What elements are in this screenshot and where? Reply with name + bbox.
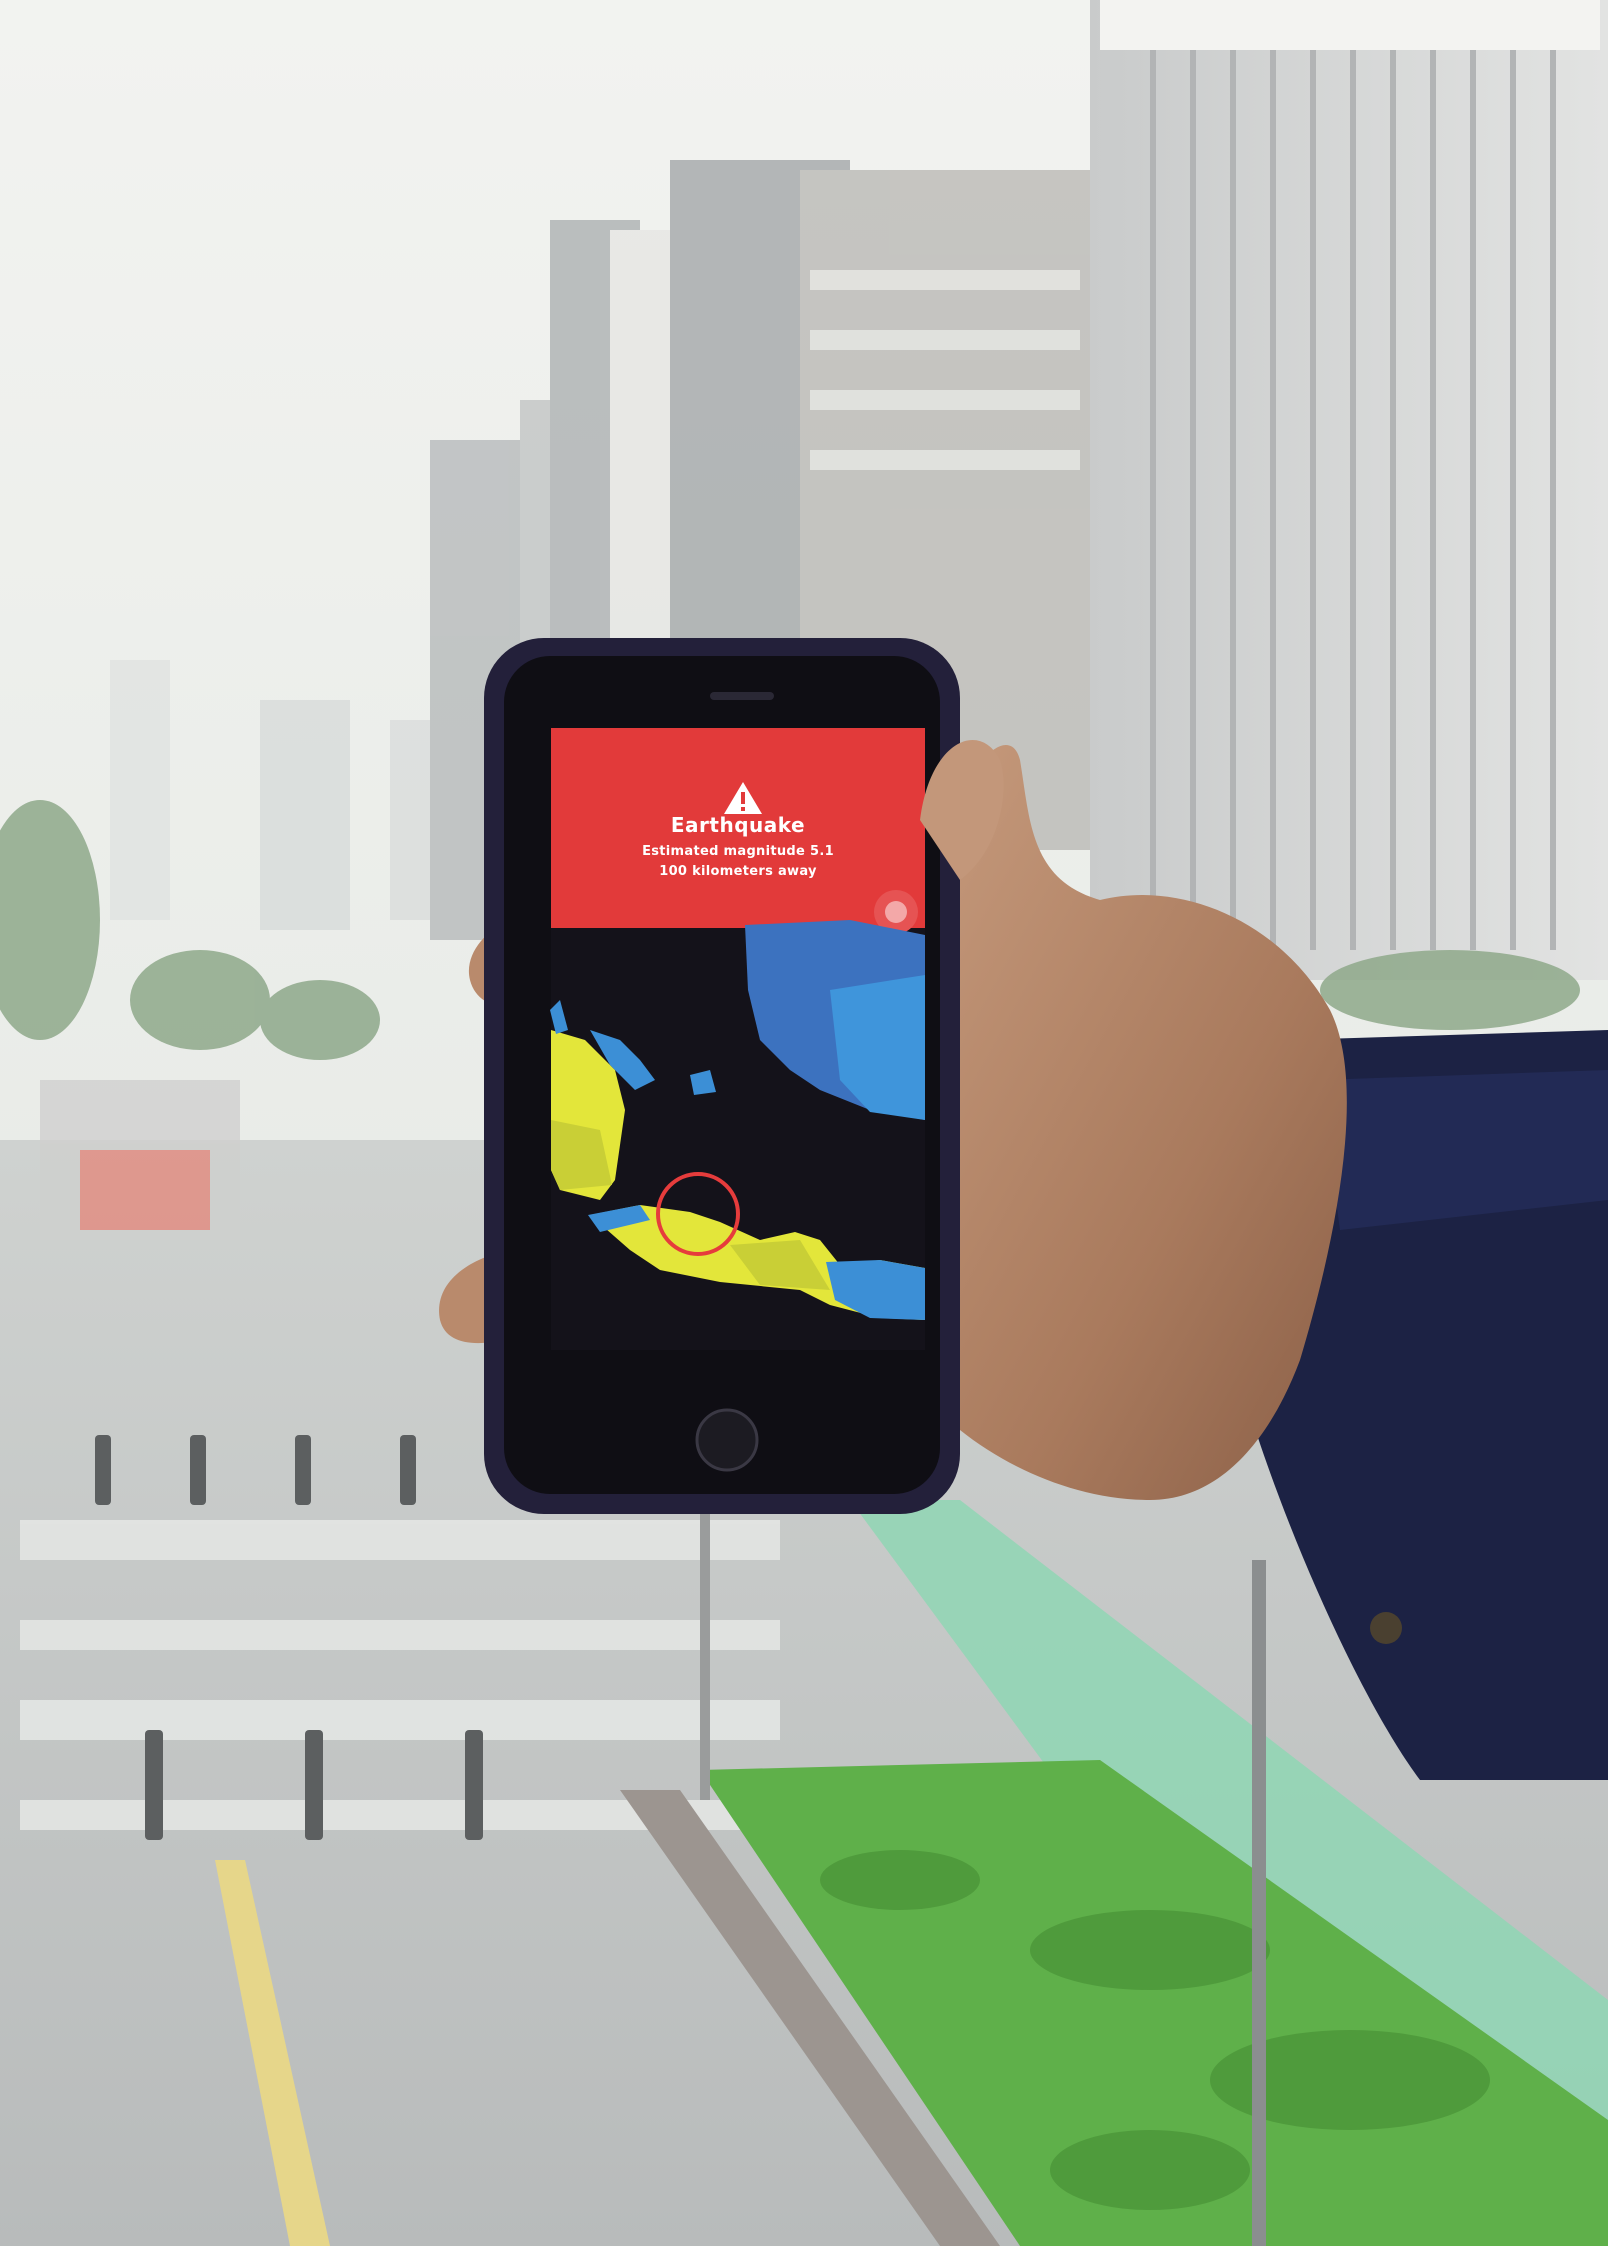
gate-structure [40, 1080, 240, 1240]
light-pole [1252, 1560, 1266, 2246]
alert-distance-text: 100 kilometers away [659, 864, 817, 879]
phone [484, 638, 960, 1514]
alert-title: Earthquake [670, 813, 806, 837]
sleeve-button [1370, 1612, 1402, 1644]
street-scene-photo [0, 0, 1608, 2246]
alert-magnitude-text: Estimated magnitude 5.1 [642, 844, 834, 859]
home-button-icon [695, 1408, 759, 1472]
office-tower [1090, 0, 1608, 980]
earpiece [710, 692, 774, 700]
sign-pole [700, 1500, 710, 1800]
